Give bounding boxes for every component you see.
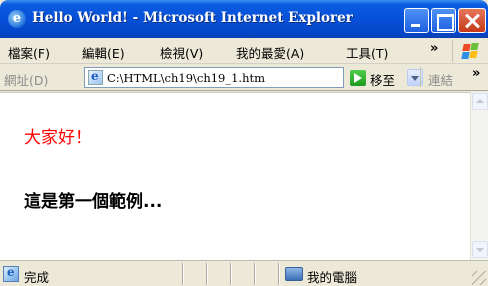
page-icon <box>88 69 103 85</box>
close-button[interactable] <box>458 8 486 33</box>
menu-edit[interactable]: 編輯(E) <box>82 43 125 62</box>
links-overflow-chevron-icon[interactable]: » <box>472 66 480 81</box>
status-divider <box>182 263 184 285</box>
my-computer-icon <box>285 267 303 281</box>
status-text: 完成 <box>24 270 50 285</box>
page-content: 大家好！ 這是第一個範例... <box>0 92 470 260</box>
toolbar-separator <box>420 67 421 87</box>
security-zone-text: 我的電腦 <box>307 270 358 285</box>
status-divider <box>230 263 232 285</box>
vertical-scrollbar[interactable] <box>470 92 488 260</box>
scroll-down-button[interactable] <box>472 241 488 258</box>
go-arrow-icon <box>350 70 366 86</box>
title-bar[interactable]: e Hello World! - Microsoft Internet Expl… <box>0 0 488 38</box>
go-label: 移至 <box>370 73 396 88</box>
go-button[interactable]: 移至 <box>348 68 418 88</box>
minimize-button[interactable] <box>404 8 429 33</box>
menu-bar: 檔案(F) 編輯(E) 檢視(V) 我的最愛(A) 工具(T) » <box>0 38 488 64</box>
address-label: 網址(D) <box>4 73 49 88</box>
status-divider <box>278 263 280 285</box>
menu-view[interactable]: 檢視(V) <box>160 43 203 62</box>
menu-file[interactable]: 檔案(F) <box>8 43 50 62</box>
ie-logo-icon: e <box>8 10 26 28</box>
ie-window: e Hello World! - Microsoft Internet Expl… <box>0 0 488 286</box>
greeting-text: 大家好！ <box>24 128 92 148</box>
menu-overflow-chevron-icon[interactable]: » <box>430 41 438 56</box>
maximize-button[interactable] <box>431 8 456 33</box>
window-title: Hello World! - Microsoft Internet Explor… <box>32 10 353 26</box>
status-bar: 完成 我的電腦 <box>0 260 488 286</box>
menu-tools[interactable]: 工具(T) <box>346 43 388 62</box>
address-bar: 網址(D) C:\HTML\ch19\ch19_1.htm 移至 連結 » <box>0 64 488 91</box>
address-input[interactable]: C:\HTML\ch19\ch19_1.htm <box>84 67 423 88</box>
scroll-up-button[interactable] <box>472 93 488 110</box>
windows-flag-icon <box>452 40 484 62</box>
page-done-icon <box>3 265 19 282</box>
address-value[interactable]: C:\HTML\ch19\ch19_1.htm <box>107 71 265 85</box>
resize-grip[interactable] <box>472 271 486 285</box>
status-divider <box>254 263 256 285</box>
page-heading: 這是第一個範例... <box>24 192 163 212</box>
links-button[interactable]: 連結 <box>428 70 453 89</box>
status-divider <box>206 263 208 285</box>
menu-favorites[interactable]: 我的最愛(A) <box>236 43 304 62</box>
